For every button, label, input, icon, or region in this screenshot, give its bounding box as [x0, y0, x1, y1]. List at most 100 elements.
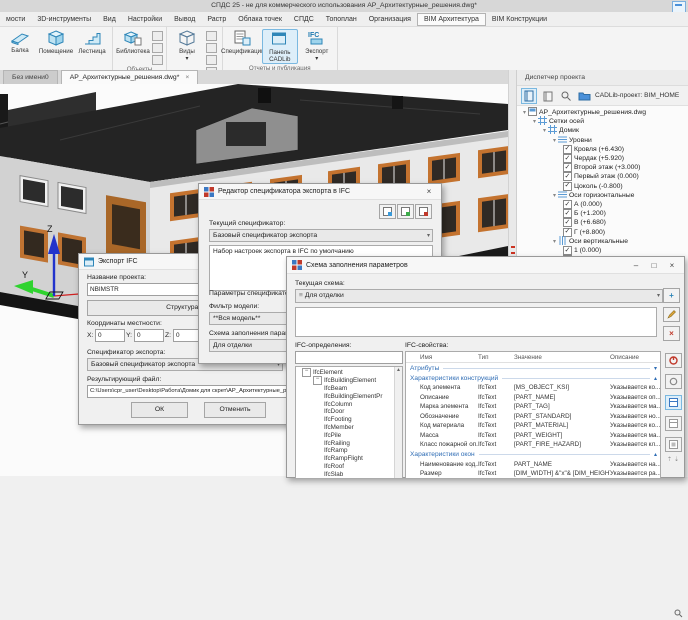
project-book-icon[interactable] — [521, 88, 537, 104]
ribbon-button-Спецификации[interactable]: Спецификации — [226, 29, 260, 56]
ifc-tree-item-IfcRamp[interactable]: IfcRamp — [298, 447, 402, 455]
tree-row-Кровля (+6.430)[interactable]: Кровля (+6.430) — [563, 145, 624, 154]
mini-tool-icon[interactable] — [206, 43, 217, 53]
tree-row-Г (+8.800)[interactable]: Г (+8.800) — [563, 228, 605, 237]
collapse-icon[interactable]: ▴ — [654, 451, 657, 458]
spec-add-icon[interactable] — [397, 204, 414, 219]
visibility-checkbox[interactable] — [563, 246, 572, 255]
ifc-tree-item-IfcRoof[interactable]: IfcRoof — [298, 463, 402, 471]
current-spec-combobox[interactable]: Базовый спецификатор экспорта▾ — [209, 229, 433, 242]
property-row-Код материала[interactable]: Код материалаIfcText[PART_MATERIAL]Указы… — [406, 421, 660, 431]
column-header-Описание[interactable]: Описание — [610, 354, 660, 361]
property-row-Наименование код...[interactable]: Наименование код...IfcTextPART_NAMEУказы… — [406, 460, 660, 470]
definitions-search-input[interactable] — [295, 351, 403, 364]
ifc-tree-item-IfcDoor[interactable]: IfcDoor — [298, 408, 402, 416]
ifc-tree-item-IfcFooting[interactable]: IfcFooting — [298, 416, 402, 424]
sort-up-icon[interactable]: ⇡ — [667, 456, 672, 463]
maximize-icon[interactable]: □ — [647, 259, 661, 272]
ifc-tree-item-IfcMember[interactable]: IfcMember — [298, 424, 402, 432]
tree-scrollbar[interactable]: ▲ — [394, 367, 402, 478]
apply-model-icon[interactable] — [665, 353, 682, 368]
ifc-tree-item-IfcBuildingElementPr[interactable]: IfcBuildingElementPr — [298, 392, 402, 400]
tree-row-1 (0.000)[interactable]: 1 (0.000) — [563, 246, 601, 255]
property-row-Масса[interactable]: МассаIfcText[PART_WEIGHT]Указывается ма.… — [406, 431, 660, 441]
visibility-checkbox[interactable] — [563, 163, 572, 172]
minimize-icon[interactable]: – — [629, 259, 643, 272]
ifc-tree-item-IfcBeam[interactable]: IfcBeam — [298, 385, 402, 393]
property-row-Класс пожарной оп...[interactable]: Класс пожарной оп...IfcText[PART_FIRE_HA… — [406, 440, 660, 450]
tree-row-В (+6.680)[interactable]: В (+6.680) — [563, 218, 606, 227]
editor-dialog-titlebar[interactable]: Редактор спецификатора экспорта в IFC × — [199, 184, 441, 200]
document-tab[interactable]: Без имени0 — [3, 70, 58, 84]
add-scheme-icon[interactable]: + — [663, 288, 680, 303]
chevron-down-icon[interactable]: ▾ — [553, 137, 556, 144]
tree-row-Оси вертикальные[interactable]: ▾Оси вертикальные — [553, 237, 628, 246]
tree-row-Оси горизонтальные[interactable]: ▾Оси горизонтальные — [553, 191, 634, 200]
spec-save-icon[interactable] — [379, 204, 396, 219]
chevron-down-icon[interactable]: ▾ — [523, 109, 526, 116]
scheme-description-box[interactable] — [295, 307, 657, 337]
property-section-Характеристики конструкций[interactable]: Характеристики конструкций▴ — [406, 373, 660, 383]
expand-icon[interactable]: ▾ — [654, 365, 657, 372]
tree-row-Второй этаж (+3.000)[interactable]: Второй этаж (+3.000) — [563, 163, 640, 172]
visibility-checkbox[interactable] — [563, 218, 572, 227]
tree-row-А (0.000)[interactable]: А (0.000) — [563, 200, 602, 209]
ribbon-button-Панель CADLib[interactable]: Панель CADLib — [262, 29, 298, 64]
visibility-checkbox[interactable] — [563, 145, 572, 154]
ribbon-button-Балка[interactable]: Балка — [3, 29, 37, 55]
tree-row-Чердак (+5.920)[interactable]: Чердак (+5.920) — [563, 154, 624, 163]
visibility-checkbox[interactable] — [563, 200, 572, 209]
visibility-checkbox[interactable] — [563, 172, 572, 181]
tree-row-Цоколь (-0.800)[interactable]: Цоколь (-0.800) — [563, 182, 623, 191]
close-icon[interactable]: × — [665, 259, 679, 272]
menu-item-Облака точек[interactable]: Облака точек — [232, 13, 288, 26]
mini-tool-icon[interactable] — [152, 55, 163, 65]
ifc-tree-item-IfcPile[interactable]: IfcPile — [298, 431, 402, 439]
menu-item-BIM Конструкции[interactable]: BIM Конструкции — [486, 13, 553, 26]
spec-delete-icon[interactable] — [415, 204, 432, 219]
menu-item-Растр[interactable]: Растр — [201, 13, 232, 26]
visibility-checkbox[interactable] — [563, 154, 572, 163]
y-input[interactable]: 0 — [134, 329, 164, 342]
ifc-tree-item-IfcStair[interactable]: IfcStair — [298, 478, 402, 479]
ifc-tree-item-IfcRailing[interactable]: IfcRailing — [298, 439, 402, 447]
menu-item-3D-инструменты[interactable]: 3D-инструменты — [31, 13, 97, 26]
menu-item-СПДС[interactable]: СПДС — [288, 13, 320, 26]
delete-property-icon[interactable] — [665, 437, 682, 452]
ok-button[interactable]: ОК — [131, 402, 188, 418]
scheme-dialog-titlebar[interactable]: Схема заполнения параметров – □ × — [287, 257, 684, 274]
edit-property-icon[interactable] — [665, 416, 682, 431]
property-row-Размер[interactable]: РазмерIfcText[DIM_WIDTH] &"x"& [DIM_HEIG… — [406, 469, 660, 479]
ribbon-button-Помещение[interactable]: Помещение — [39, 29, 73, 56]
column-header-Имя[interactable]: Имя — [420, 354, 478, 361]
tree-row-Уровни[interactable]: ▾Уровни — [553, 136, 592, 145]
menu-item-Топоплан[interactable]: Топоплан — [320, 13, 363, 26]
collapse-icon[interactable]: − — [313, 376, 322, 385]
delete-scheme-icon[interactable]: × — [663, 326, 680, 341]
x-input[interactable]: 0 — [95, 329, 125, 342]
scroll-up-icon[interactable]: ▲ — [395, 367, 402, 373]
chevron-down-icon[interactable]: ▾ — [553, 192, 556, 199]
search-icon[interactable] — [559, 89, 573, 103]
sort-down-icon[interactable]: ⇣ — [674, 456, 679, 463]
cancel-button[interactable]: Отменить — [204, 402, 266, 418]
menu-item-Организация[interactable]: Организация — [363, 13, 417, 26]
collapse-icon[interactable]: ▴ — [654, 375, 657, 382]
menu-item-Настройки[interactable]: Настройки — [122, 13, 168, 26]
collapse-icon[interactable]: − — [302, 368, 311, 377]
ifc-tree-item-IfcRampFlight[interactable]: IfcRampFlight — [298, 455, 402, 463]
ribbon-button-Экспорт[interactable]: IFCЭкспорт ▾ — [300, 29, 334, 62]
current-scheme-combobox[interactable]: ≡ Для отделки▾ — [295, 289, 663, 303]
sync-icon[interactable] — [665, 374, 682, 389]
ribbon-button-Виды[interactable]: Виды ▾ — [170, 29, 204, 62]
property-row-Код элемента[interactable]: Код элементаIfcText[MS_OBJECT_KSI]Указыв… — [406, 383, 660, 393]
chevron-down-icon[interactable]: ▾ — [543, 127, 546, 134]
tree-row-Б (+1.200)[interactable]: Б (+1.200) — [563, 209, 606, 218]
cadlib-folder-icon[interactable] — [577, 89, 591, 103]
mini-tool-icon[interactable] — [206, 55, 217, 65]
property-section-Атрибуты[interactable]: Атрибуты▾ — [406, 363, 660, 373]
chevron-down-icon[interactable]: ▾ — [553, 238, 556, 245]
edit-scheme-icon[interactable] — [663, 307, 680, 322]
menu-item-мости[interactable]: мости — [0, 13, 31, 26]
tree-row-Сетки осей[interactable]: ▾Сетки осей — [533, 117, 584, 126]
